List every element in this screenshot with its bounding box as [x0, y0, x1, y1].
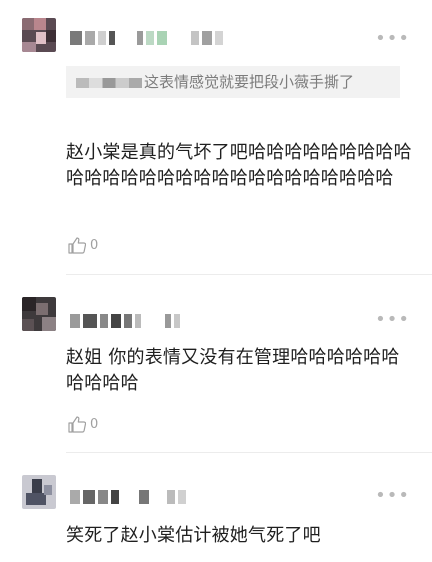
like-button[interactable]: 0 [68, 237, 98, 254]
thumbs-up-icon [68, 237, 86, 254]
avatar[interactable] [22, 475, 56, 509]
thumbs-up-icon [68, 416, 86, 433]
username-blurred[interactable] [70, 489, 186, 505]
comment-text: 笑死了赵小棠估计被她气死了吧 [66, 525, 321, 546]
more-dots-icon[interactable]: ••• [375, 311, 410, 329]
username-blurred[interactable] [70, 30, 223, 46]
more-dots-icon[interactable]: ••• [375, 487, 410, 505]
comment-text: 赵姐 你的表情又没有在管理哈哈哈哈哈哈哈哈哈哈 [66, 347, 400, 394]
comment-text: 赵小棠是真的气坏了吧哈哈哈哈哈哈哈哈哈哈哈哈哈哈哈哈哈哈哈哈哈哈哈哈哈哈哈 [66, 142, 412, 189]
more-dots-icon[interactable]: ••• [375, 30, 410, 48]
reply-quote: 这表情感觉就要把段小薇手撕了 [66, 66, 400, 98]
like-count: 0 [90, 417, 99, 432]
comment-item: ••• 这表情感觉就要把段小薇手撕了 赵小棠是真的气坏了吧哈哈哈哈哈哈哈哈哈哈哈… [0, 0, 432, 275]
avatar[interactable] [22, 297, 56, 331]
avatar[interactable] [22, 18, 56, 52]
quote-text: 这表情感觉就要把段小薇手撕了 [144, 73, 355, 91]
like-count: 0 [90, 238, 99, 253]
username-blurred[interactable] [70, 313, 180, 329]
comment-item: ••• 笑死了赵小棠估计被她气死了吧 [0, 453, 432, 562]
quoted-username-blurred [76, 77, 142, 88]
like-button[interactable]: 0 [68, 416, 98, 433]
comment-item: ••• 赵姐 你的表情又没有在管理哈哈哈哈哈哈哈哈哈哈 0 [0, 275, 432, 453]
